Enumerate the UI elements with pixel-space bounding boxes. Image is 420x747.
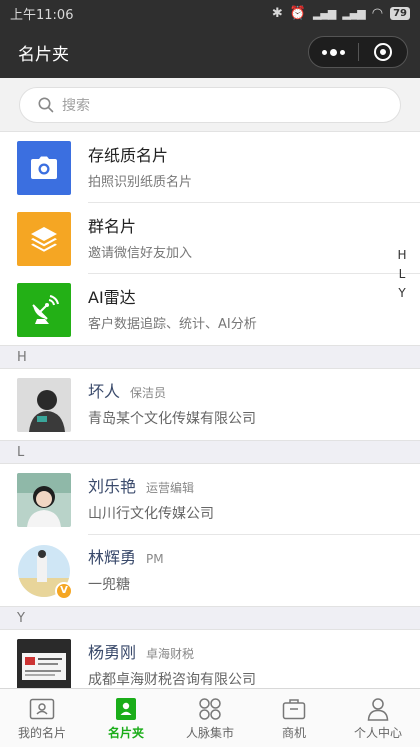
avatar: V [17, 544, 73, 600]
feature-subtitle: 邀请微信好友加入 [88, 245, 193, 261]
alphabet-index: H L Y [396, 248, 408, 300]
search-icon [38, 97, 54, 112]
card-list: 存纸质名片 拍照识别纸质名片 群名片 邀请微信好友加入 AI雷达 客户数据追踪、… [0, 132, 420, 701]
tab-profile[interactable]: 个人中心 [336, 689, 420, 747]
index-letter-y[interactable]: Y [398, 286, 405, 300]
close-mini-program-button[interactable] [359, 37, 408, 67]
business-card-thumbnail [17, 638, 71, 693]
bluetooth-icon: ✱ [271, 5, 283, 21]
tab-label: 我的名片 [17, 725, 66, 740]
nav-bar: 名片夹 [0, 26, 420, 78]
feature-ai-radar[interactable]: AI雷达 客户数据追踪、统计、AI分析 [0, 274, 420, 345]
person-icon [367, 696, 389, 722]
tab-label: 商机 [281, 725, 306, 740]
section-header-l: L [0, 440, 420, 464]
contact-name: 林辉勇 [88, 548, 137, 567]
contacts-book-icon [115, 696, 137, 722]
contact-role: 运营编辑 [146, 480, 195, 495]
signal-icon: ▂▄▆ [312, 6, 336, 20]
feature-title: 群名片 [88, 216, 137, 236]
index-letter-l[interactable]: L [399, 267, 406, 281]
status-bar: 上午11:06 ✱ ⏰ ▂▄▆ ▂▄▆ ◠ 79 [0, 0, 420, 26]
battery-icon: 79 [390, 6, 410, 20]
more-dots-icon [321, 48, 345, 56]
contact-item[interactable]: 刘乐艳 运营编辑 山川行文化传媒公司 [0, 464, 420, 535]
index-letter-h[interactable]: H [397, 248, 406, 262]
feature-save-paper-card[interactable]: 存纸质名片 拍照识别纸质名片 [0, 132, 420, 203]
id-card-icon [29, 696, 55, 722]
avatar [17, 377, 71, 432]
contact-company: 青岛某个文化传媒有限公司 [88, 411, 256, 427]
page-title: 名片夹 [18, 44, 69, 65]
tab-label: 名片夹 [107, 725, 144, 740]
contact-role: 保洁员 [130, 386, 167, 400]
grid-circles-icon [198, 696, 222, 722]
search-input[interactable]: 搜索 [19, 86, 401, 123]
contact-company: 山川行文化传媒公司 [88, 505, 214, 522]
tab-label: 人脉集市 [185, 725, 234, 740]
mini-program-capsule [308, 36, 408, 68]
search-placeholder: 搜索 [62, 97, 90, 114]
alarm-icon: ⏰ [289, 5, 306, 21]
contact-name: 刘乐艳 [88, 476, 137, 496]
feature-subtitle: 客户数据追踪、统计、AI分析 [88, 317, 257, 332]
contact-name: 杨勇刚 [88, 643, 137, 662]
tab-my-card[interactable]: 我的名片 [0, 689, 84, 747]
avatar [17, 472, 71, 527]
signal-icon-2: ▂▄▆ [342, 6, 365, 20]
tab-opportunities[interactable]: 商机 [252, 689, 336, 747]
wifi-icon: ◠ [371, 5, 384, 21]
search-bar: 搜索 [0, 78, 420, 132]
tab-card-holder[interactable]: 名片夹 [84, 689, 168, 747]
verified-badge-icon: V [55, 581, 73, 600]
more-button[interactable] [309, 37, 358, 67]
target-close-icon [373, 43, 392, 61]
section-header-h: H [0, 345, 420, 369]
contact-company: 成都卓海财税咨询有限公司 [88, 672, 256, 688]
tab-network-market[interactable]: 人脉集市 [168, 689, 252, 747]
contact-item[interactable]: V 林辉勇 PM 一兜糖 [0, 535, 420, 606]
feature-group-card[interactable]: 群名片 邀请微信好友加入 [0, 203, 420, 274]
status-time: 上午11:06 [10, 7, 74, 23]
camera-icon [17, 140, 71, 195]
contact-company: 一兜糖 [88, 577, 130, 593]
contact-role: 卓海财税 [146, 647, 195, 661]
tab-label: 个人中心 [353, 725, 402, 740]
briefcase-icon [282, 696, 306, 722]
contact-name: 坏人 [88, 382, 121, 401]
contact-item[interactable]: 坏人 保洁员 青岛某个文化传媒有限公司 [0, 369, 420, 440]
feature-title: AI雷达 [88, 288, 136, 307]
tab-bar: 我的名片 名片夹 人脉集市 商机 个人中心 [0, 688, 420, 747]
contact-role: PM [146, 552, 164, 566]
section-header-y: Y [0, 606, 420, 630]
feature-subtitle: 拍照识别纸质名片 [88, 174, 193, 190]
layers-icon [17, 211, 71, 266]
feature-title: 存纸质名片 [88, 145, 169, 165]
radar-dish-icon [17, 282, 71, 337]
